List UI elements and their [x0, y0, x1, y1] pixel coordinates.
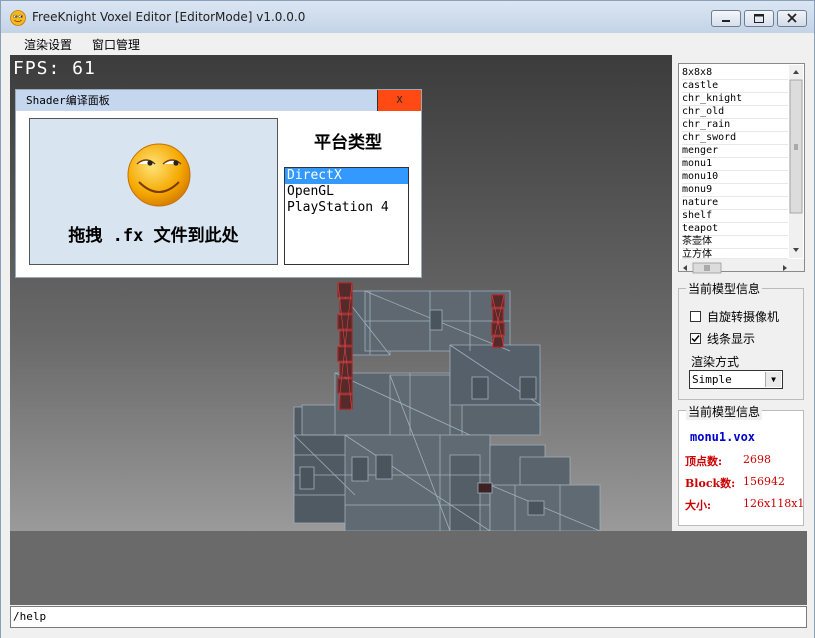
block-count-label: Block数:	[685, 477, 736, 490]
render-mode-value: Simple	[692, 373, 732, 386]
list-item[interactable]: 立方体	[682, 248, 788, 259]
list-item[interactable]: monu10	[682, 170, 788, 184]
chevron-down-icon: ▼	[765, 372, 781, 387]
maximize-button[interactable]	[744, 10, 774, 27]
render-mode-select[interactable]: Simple ▼	[689, 370, 783, 389]
list-item[interactable]: monu1	[682, 157, 788, 171]
list-item[interactable]: 8x8x8	[682, 66, 788, 80]
model-info-title: 当前模型信息	[686, 403, 763, 420]
window-title: FreeKnight Voxel Editor [EditorMode] v1.…	[32, 10, 306, 24]
menu-window-management[interactable]: 窗口管理	[92, 36, 140, 53]
list-item[interactable]: nature	[682, 196, 788, 210]
list-item[interactable]: chr_sword	[682, 131, 788, 145]
shader-panel-title[interactable]: Shader编译面板	[16, 90, 377, 111]
auto-rotate-label[interactable]: 自旋转摄像机	[707, 308, 779, 325]
platform-listbox[interactable]: DirectX OpenGL PlayStation 4	[284, 167, 409, 265]
auto-rotate-checkbox[interactable]	[690, 311, 701, 322]
title-bar[interactable]: FreeKnight Voxel Editor [EditorMode] v1.…	[1, 1, 814, 33]
list-item[interactable]: chr_rain	[682, 118, 788, 132]
close-window-button[interactable]	[777, 10, 807, 27]
list-item[interactable]: menger	[682, 144, 788, 158]
status-bar	[1, 629, 814, 638]
smiley-icon	[127, 143, 191, 207]
block-count-value: 156942	[743, 475, 785, 488]
platform-option-directx[interactable]: DirectX	[285, 168, 408, 184]
maximize-icon	[754, 14, 764, 23]
render-mode-label: 渲染方式	[691, 355, 740, 369]
menu-bar: 渲染设置 窗口管理	[1, 33, 814, 55]
list-item[interactable]: 茶壶体	[682, 235, 788, 249]
menu-render-settings[interactable]: 渲染设置	[24, 36, 72, 53]
list-item[interactable]: monu9	[682, 183, 788, 197]
output-panel	[10, 531, 807, 605]
wireframe-label[interactable]: 线条显示	[707, 330, 755, 347]
platform-option-ps4[interactable]: PlayStation 4	[285, 200, 408, 216]
shader-compile-panel: Shader编译面板 X 拖拽 .fx 文件到此处 平台类型 DirectX O…	[15, 89, 422, 278]
list-item[interactable]: castle	[682, 79, 788, 93]
minimize-icon	[722, 20, 730, 22]
model-info-group: monu1.vox 顶点数: 2698 Block数: 156942 大小: 1…	[678, 410, 804, 526]
fx-file-dropzone[interactable]: 拖拽 .fx 文件到此处	[29, 118, 278, 265]
horizontal-scrollbar[interactable]	[680, 259, 804, 274]
smiley-icon	[10, 10, 26, 26]
vertical-scrollbar[interactable]	[789, 65, 803, 258]
platform-option-opengl[interactable]: OpenGL	[285, 184, 408, 200]
vertex-count-value: 2698	[743, 453, 771, 466]
scrollbar-arrows-icon	[789, 70, 803, 252]
list-item[interactable]: teapot	[682, 222, 788, 236]
dropzone-label: 拖拽 .fx 文件到此处	[68, 226, 239, 246]
platform-type-title: 平台类型	[314, 133, 382, 153]
list-item[interactable]: chr_old	[682, 105, 788, 119]
display-settings-title: 当前模型信息	[686, 280, 763, 297]
command-input[interactable]: /help	[10, 606, 807, 628]
main-window: FreeKnight Voxel Editor [EditorMode] v1.…	[0, 0, 815, 638]
shader-panel-close-button[interactable]: X	[377, 90, 421, 111]
close-icon	[787, 13, 797, 23]
list-item[interactable]: chr_knight	[682, 92, 788, 106]
fps-counter: FPS: 61	[13, 58, 96, 79]
vertex-count-label: 顶点数:	[685, 455, 723, 468]
wireframe-checkbox[interactable]	[690, 333, 701, 344]
model-listbox[interactable]: 8x8x8 castle chr_knight chr_old chr_rain…	[678, 63, 805, 274]
model-filename: monu1.vox	[690, 430, 756, 444]
checkmark-icon	[691, 335, 700, 343]
minimize-button[interactable]	[711, 10, 741, 27]
list-item[interactable]: shelf	[682, 209, 788, 223]
size-label: 大小:	[685, 499, 712, 512]
size-value: 126x118x126	[743, 497, 804, 510]
scrollbar-arrows-icon	[683, 262, 787, 274]
